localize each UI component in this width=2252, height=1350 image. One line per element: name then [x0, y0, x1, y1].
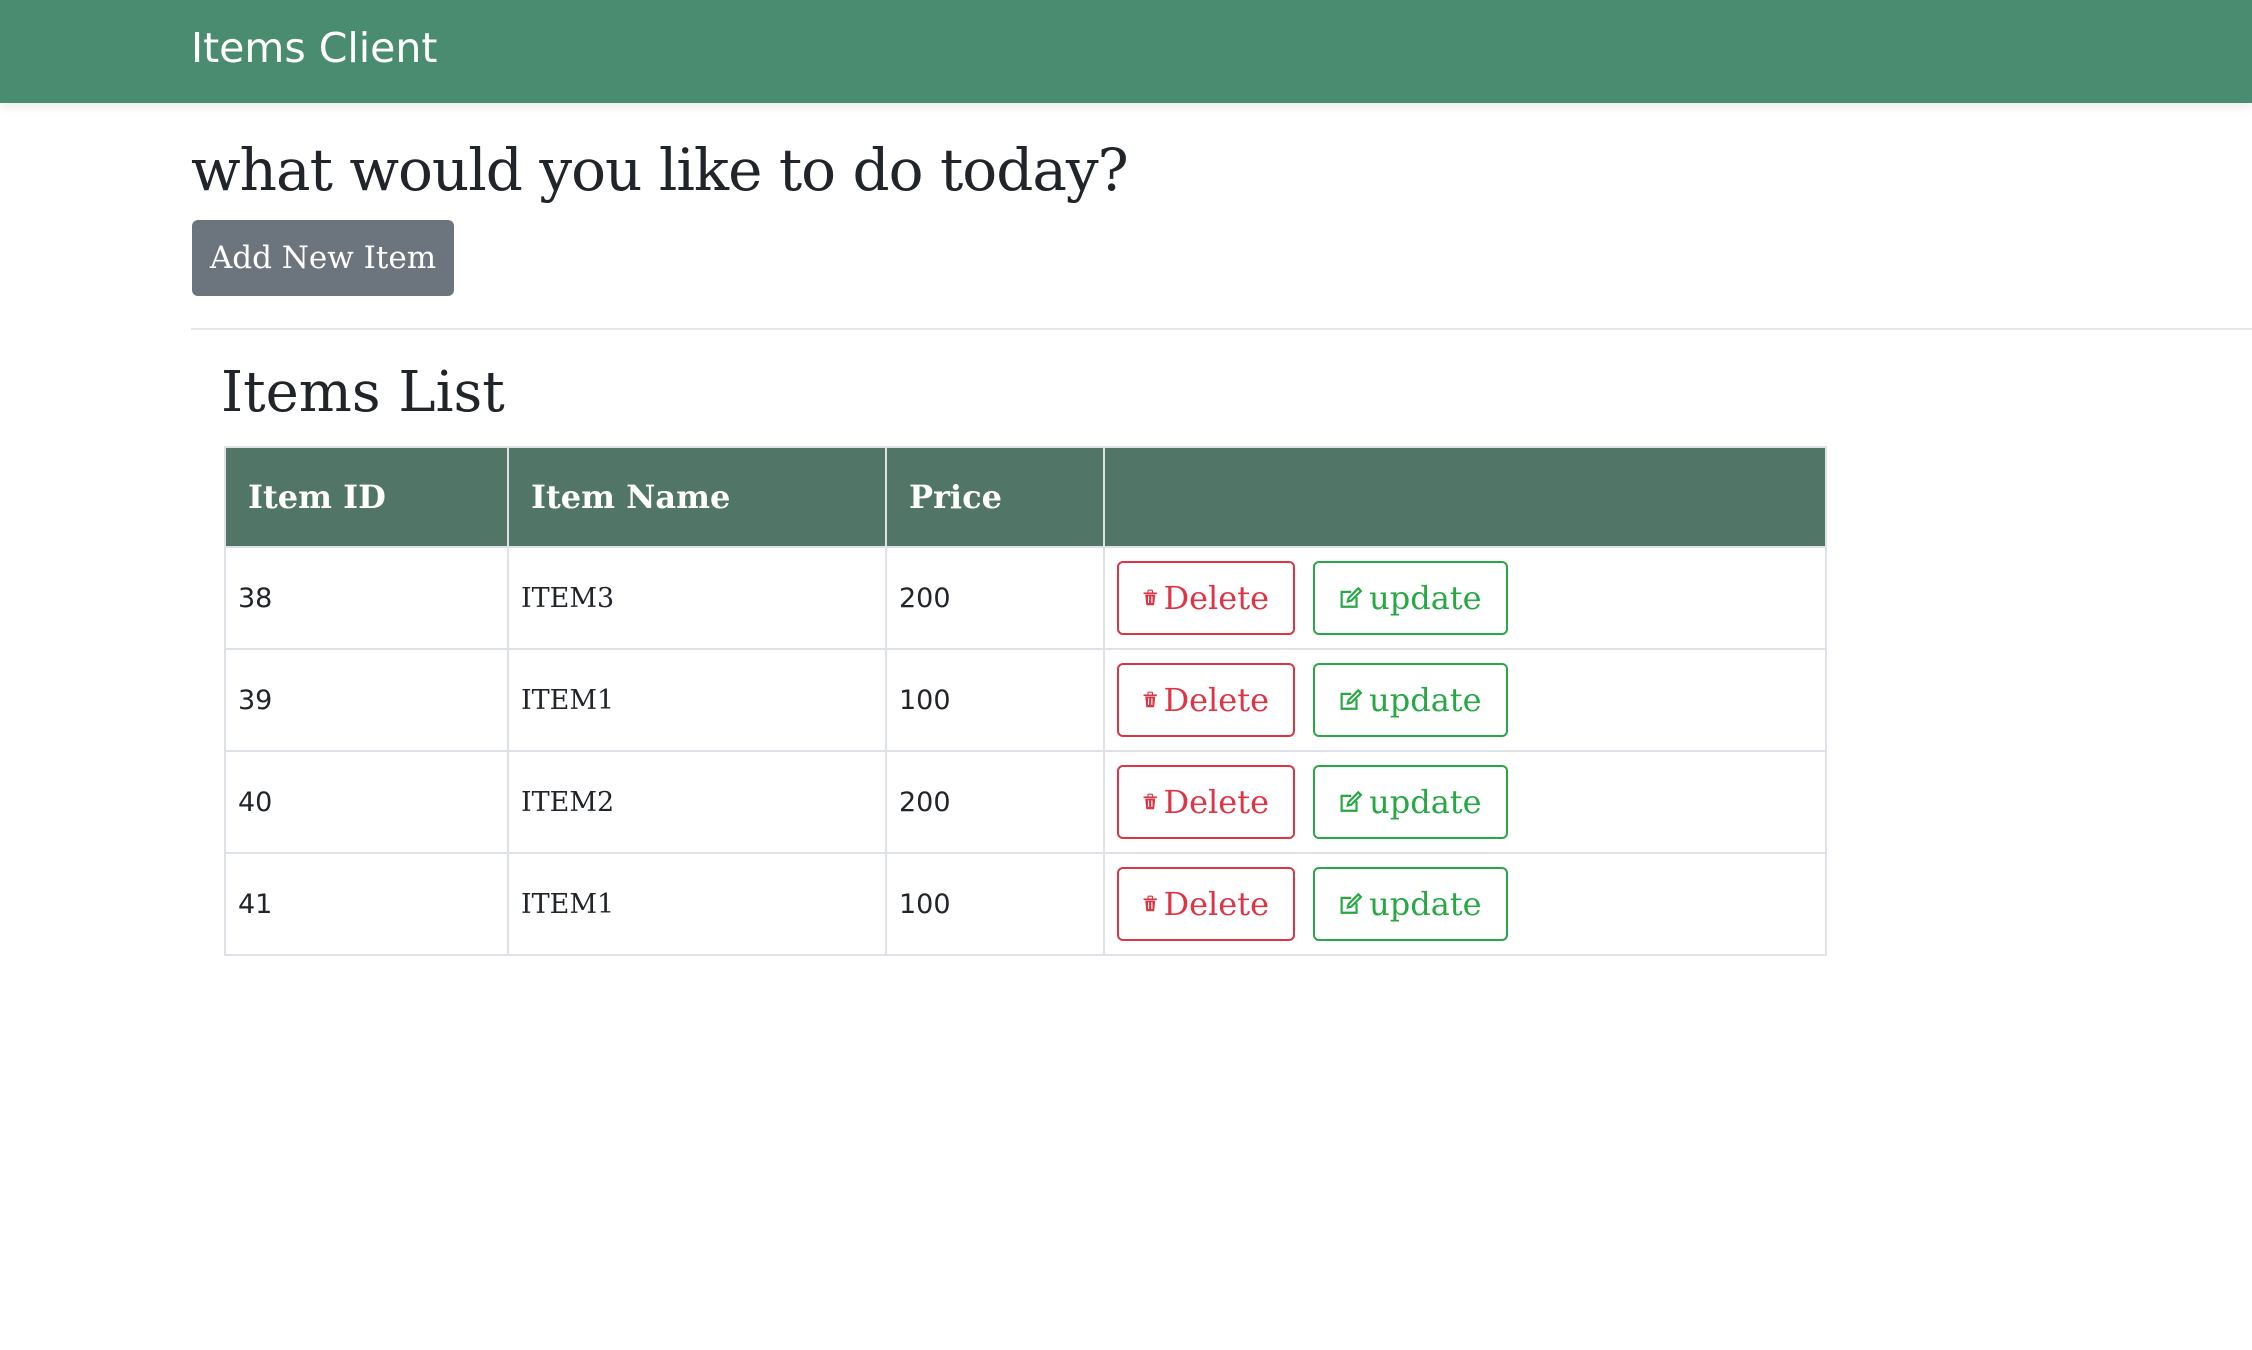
cell-price: 200	[885, 750, 1105, 854]
update-button-label: update	[1369, 681, 1482, 719]
edit-icon	[1340, 790, 1363, 812]
add-new-item-button[interactable]: Add New Item	[192, 220, 454, 296]
table-header-row: Item ID Item Name Price	[224, 446, 1827, 548]
cell-actions: Delete update	[1103, 750, 1827, 854]
cell-item-name: ITEM2	[507, 750, 887, 854]
cell-item-name: ITEM1	[507, 852, 887, 956]
cell-item-id: 38	[224, 546, 509, 650]
trash-icon	[1143, 691, 1157, 708]
cell-actions: Delete update	[1103, 546, 1827, 650]
cell-item-id: 41	[224, 852, 509, 956]
table-row: 39 ITEM1 100 Delete update	[224, 648, 1827, 752]
section-divider	[191, 328, 2252, 330]
table-row: 38 ITEM3 200 Delete update	[224, 546, 1827, 650]
items-table: Item ID Item Name Price 38 ITEM3 200 Del…	[224, 446, 1827, 956]
column-header-item-id: Item ID	[224, 446, 509, 548]
column-header-price: Price	[885, 446, 1105, 548]
cell-price: 100	[885, 648, 1105, 752]
cell-actions: Delete update	[1103, 852, 1827, 956]
cell-item-id: 40	[224, 750, 509, 854]
trash-icon	[1143, 793, 1157, 810]
cell-item-id: 39	[224, 648, 509, 752]
edit-icon	[1340, 688, 1363, 710]
table-row: 41 ITEM1 100 Delete update	[224, 852, 1827, 956]
update-button[interactable]: update	[1312, 561, 1508, 635]
cell-item-name: ITEM3	[507, 546, 887, 650]
delete-button-label: Delete	[1163, 681, 1269, 719]
delete-button[interactable]: Delete	[1117, 867, 1295, 941]
update-button-label: update	[1369, 783, 1482, 821]
cell-actions: Delete update	[1103, 648, 1827, 752]
trash-icon	[1143, 589, 1157, 606]
update-button-label: update	[1369, 579, 1482, 617]
page-heading: what would you like to do today?	[191, 136, 1129, 204]
delete-button[interactable]: Delete	[1117, 561, 1295, 635]
column-header-actions	[1103, 446, 1827, 548]
update-button[interactable]: update	[1312, 867, 1508, 941]
delete-button-label: Delete	[1163, 885, 1269, 923]
edit-icon	[1340, 586, 1363, 608]
trash-icon	[1143, 895, 1157, 912]
delete-button-label: Delete	[1163, 579, 1269, 617]
items-list-title: Items List	[221, 360, 505, 425]
update-button-label: update	[1369, 885, 1482, 923]
cell-price: 100	[885, 852, 1105, 956]
edit-icon	[1340, 892, 1363, 914]
delete-button-label: Delete	[1163, 783, 1269, 821]
delete-button[interactable]: Delete	[1117, 663, 1295, 737]
brand-link[interactable]: Items Client	[191, 22, 437, 74]
navbar: Items Client	[0, 0, 2252, 103]
update-button[interactable]: update	[1312, 765, 1508, 839]
cell-item-name: ITEM1	[507, 648, 887, 752]
update-button[interactable]: update	[1312, 663, 1508, 737]
cell-price: 200	[885, 546, 1105, 650]
column-header-item-name: Item Name	[507, 446, 887, 548]
delete-button[interactable]: Delete	[1117, 765, 1295, 839]
table-row: 40 ITEM2 200 Delete update	[224, 750, 1827, 854]
